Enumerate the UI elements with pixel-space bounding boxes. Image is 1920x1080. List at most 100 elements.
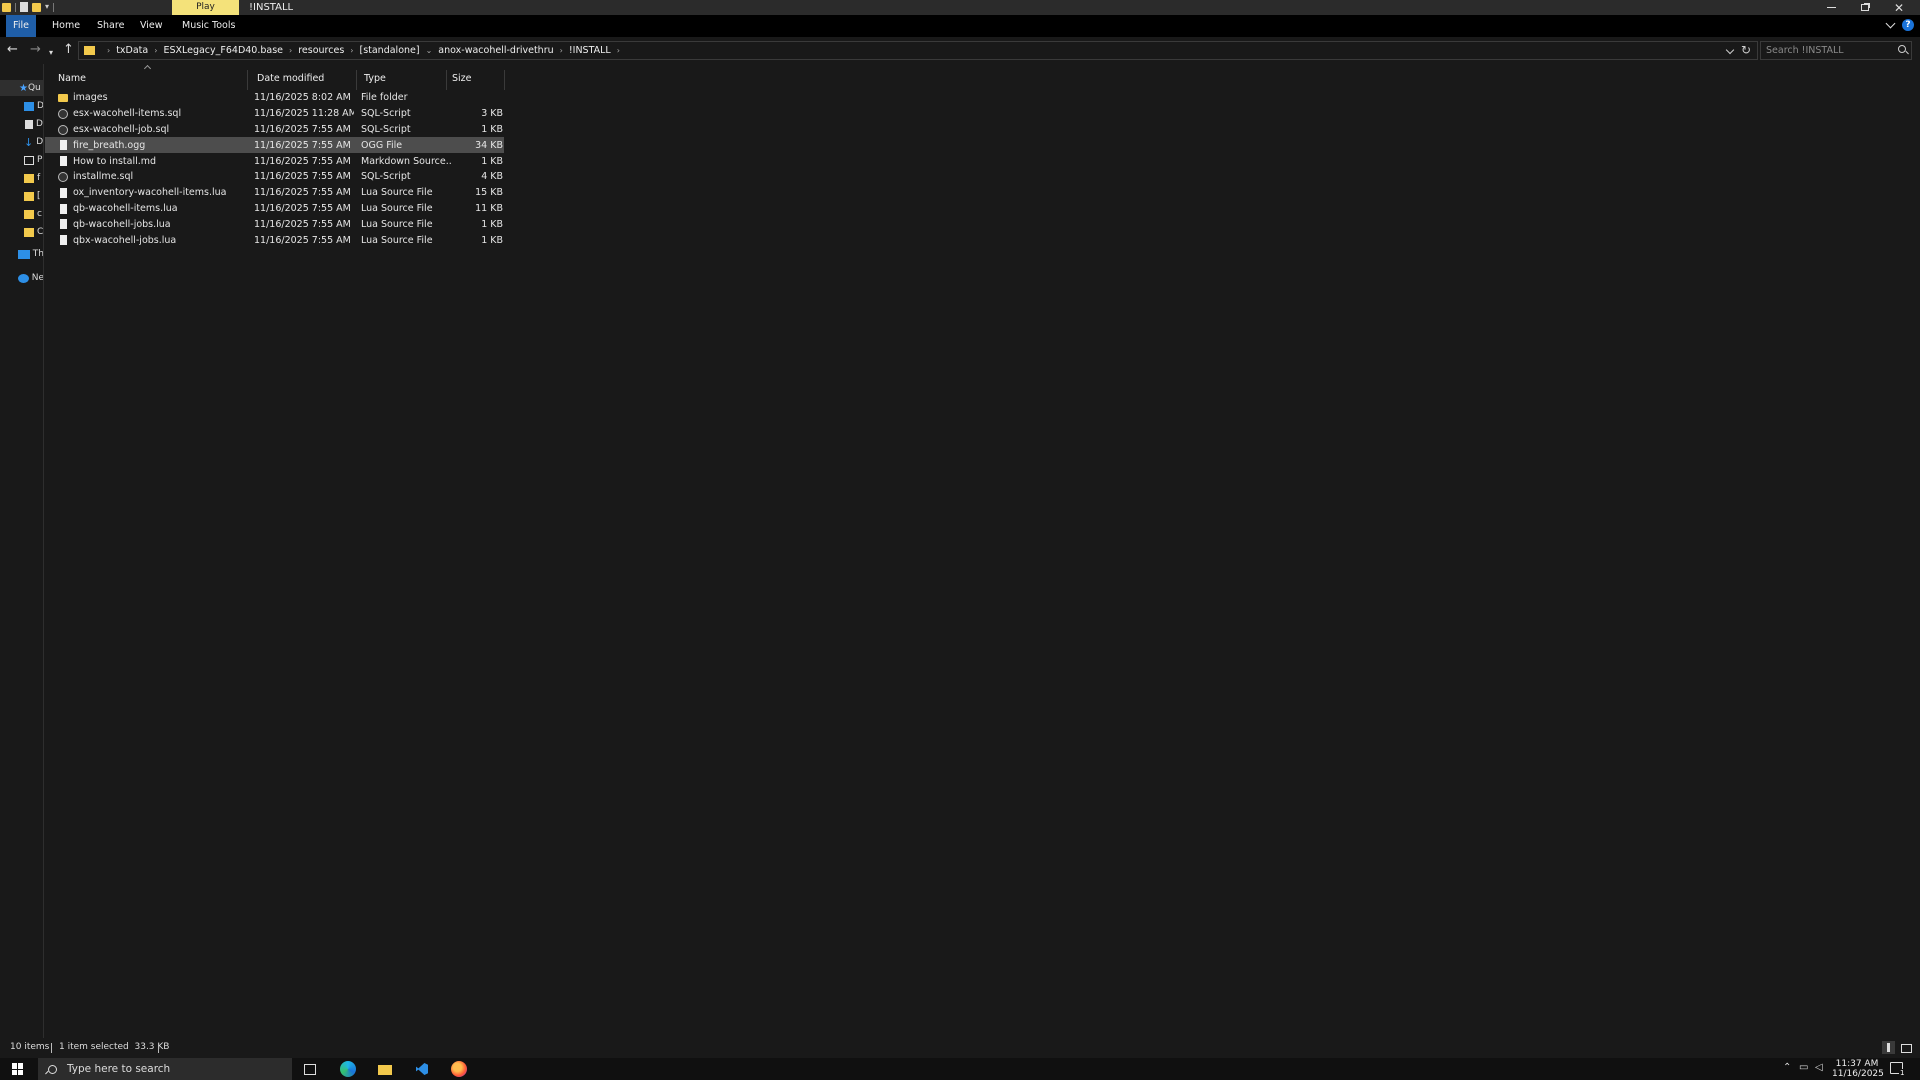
- minimize-button[interactable]: [1814, 0, 1848, 15]
- table-row[interactable]: images 11/16/2025 8:02 AM File folder: [45, 90, 504, 106]
- expand-ribbon-icon[interactable]: [1885, 18, 1896, 29]
- help-icon[interactable]: ?: [1902, 19, 1914, 31]
- table-row[interactable]: esx-wacohell-items.sql 11/16/2025 11:28 A…: [45, 106, 504, 122]
- folder-icon: [24, 227, 34, 237]
- volume-icon[interactable]: ◁: [1815, 1062, 1823, 1073]
- nav-documents[interactable]: D: [0, 116, 43, 132]
- file-date-modified: 11/16/2025 7:55 AM: [254, 123, 351, 135]
- properties-icon[interactable]: [20, 2, 28, 12]
- file-name[interactable]: How to install.md: [73, 156, 243, 167]
- breadcrumb-txdata[interactable]: txData: [116, 45, 148, 56]
- chevron-down-icon[interactable]: ⌄: [426, 46, 433, 55]
- nav-downloads[interactable]: ↓ D: [0, 134, 43, 150]
- nav-quick-access[interactable]: ★ Qu: [0, 80, 43, 96]
- column-header-size[interactable]: Size: [447, 70, 505, 90]
- nav-folder-1[interactable]: f: [0, 170, 43, 186]
- table-row[interactable]: installme.sql 11/16/2025 7:55 AM SQL-Scrip…: [45, 169, 504, 185]
- column-header-type[interactable]: Type: [357, 70, 447, 90]
- network-icon[interactable]: ▭: [1799, 1062, 1808, 1073]
- breadcrumb-esxlegacy[interactable]: ESXLegacy_F64D40.base: [163, 45, 283, 56]
- notification-badge: 1: [1899, 1069, 1906, 1077]
- details-view-button[interactable]: [1882, 1041, 1895, 1054]
- table-row[interactable]: fire_breath.ogg 11/16/2025 7:55 AM OGG Fil…: [45, 137, 504, 154]
- table-row[interactable]: qb-wacohell-items.lua 11/16/2025 7:55 AM L…: [45, 201, 504, 217]
- file-name[interactable]: ox_inventory-wacohell-items.lua: [73, 187, 243, 198]
- vscode-icon[interactable]: [414, 1061, 430, 1077]
- file-size: 15 KB: [475, 187, 503, 199]
- file-name[interactable]: images: [73, 92, 243, 103]
- close-button[interactable]: ✕: [1882, 0, 1916, 15]
- file-date-modified: 11/16/2025 7:55 AM: [254, 202, 351, 214]
- windows-start-icon[interactable]: [12, 1063, 24, 1075]
- navigation-bar: ← → ▾ ↑ › txData › ESXLegacy_F64D40.base…: [0, 37, 1920, 64]
- file-name[interactable]: esx-wacohell-items.sql: [73, 108, 243, 119]
- system-clock[interactable]: 11:37 AM 11/16/2025: [1832, 1059, 1884, 1079]
- up-arrow-icon[interactable]: ↑: [63, 43, 74, 57]
- breadcrumb-install[interactable]: !INSTALL: [569, 45, 611, 56]
- task-view-icon[interactable]: [304, 1064, 316, 1075]
- title-bar: ▾ Play !INSTALL ✕: [0, 0, 1920, 15]
- file-rows: images 11/16/2025 8:02 AM File folder esx-w…: [45, 90, 505, 248]
- file-name[interactable]: fire_breath.ogg: [73, 140, 243, 151]
- firefox-icon[interactable]: [451, 1061, 467, 1077]
- nav-desktop[interactable]: D: [0, 98, 43, 114]
- tab-share[interactable]: Share: [89, 15, 132, 37]
- table-row[interactable]: esx-wacohell-job.sql 11/16/2025 7:55 AM SQ…: [45, 122, 504, 138]
- tab-view[interactable]: View: [132, 15, 171, 37]
- nav-network[interactable]: Ne: [0, 270, 43, 286]
- edge-browser-icon[interactable]: [340, 1061, 356, 1077]
- file-name[interactable]: qb-wacohell-items.lua: [73, 203, 243, 214]
- breadcrumb-resources[interactable]: resources: [298, 45, 344, 56]
- breadcrumb-standalone[interactable]: [standalone]: [359, 45, 419, 56]
- nav-folder-4[interactable]: C: [0, 224, 43, 240]
- chevron-right-icon[interactable]: ›: [289, 46, 292, 55]
- nav-folder-3[interactable]: c: [0, 206, 43, 222]
- file-explorer-icon[interactable]: [377, 1061, 393, 1077]
- file-name[interactable]: installme.sql: [73, 171, 243, 182]
- chevron-right-icon[interactable]: ›: [154, 46, 157, 55]
- refresh-icon[interactable]: ↻: [1741, 43, 1751, 57]
- chevron-right-icon[interactable]: ›: [617, 46, 620, 55]
- file-date-modified: 11/16/2025 7:55 AM: [254, 139, 351, 151]
- forward-arrow-icon[interactable]: →: [30, 43, 41, 57]
- file-name[interactable]: qbx-wacohell-jobs.lua: [73, 235, 243, 246]
- back-arrow-icon[interactable]: ←: [7, 43, 18, 57]
- file-name[interactable]: esx-wacohell-job.sql: [73, 124, 243, 135]
- desktop-icon: [24, 101, 34, 111]
- search-icon[interactable]: [1898, 45, 1906, 53]
- file-date-modified: 11/16/2025 7:55 AM: [254, 155, 351, 167]
- file-icon: [60, 156, 67, 167]
- breadcrumb-anox-wacohell-drivethru[interactable]: anox-wacohell-drivethru: [438, 45, 553, 56]
- nav-pictures[interactable]: P: [0, 152, 43, 168]
- nav-this-pc[interactable]: Th: [0, 246, 43, 262]
- recent-locations-icon[interactable]: ▾: [49, 46, 53, 60]
- large-icons-view-button[interactable]: [1899, 1041, 1912, 1054]
- chevron-right-icon[interactable]: ›: [560, 46, 563, 55]
- customize-toolbar-icon[interactable]: ▾: [45, 2, 49, 12]
- table-row[interactable]: ox_inventory-wacohell-items.lua 11/16/202…: [45, 185, 504, 201]
- file-name[interactable]: qb-wacohell-jobs.lua: [73, 219, 243, 230]
- file-date-modified: 11/16/2025 11:28 AM: [254, 108, 354, 120]
- search-input[interactable]: [1761, 42, 1891, 59]
- table-row[interactable]: qb-wacohell-jobs.lua 11/16/2025 7:55 AM Lu…: [45, 216, 504, 232]
- tab-file[interactable]: File: [6, 15, 36, 37]
- chevron-right-icon[interactable]: ›: [107, 46, 110, 55]
- table-row[interactable]: How to install.md 11/16/2025 7:55 AM Markd…: [45, 153, 504, 169]
- play-context-tab[interactable]: Play: [172, 0, 239, 15]
- new-folder-icon[interactable]: [32, 2, 41, 12]
- taskbar-search[interactable]: Type here to search: [38, 1058, 292, 1080]
- column-header-date-modified[interactable]: Date modified: [248, 70, 357, 90]
- chevron-right-icon[interactable]: ›: [350, 46, 353, 55]
- address-bar[interactable]: › txData › ESXLegacy_F64D40.base › resou…: [78, 41, 1758, 60]
- tab-home[interactable]: Home: [44, 15, 88, 37]
- nav-folder-2[interactable]: [: [0, 188, 43, 204]
- restore-button[interactable]: [1848, 0, 1882, 15]
- search-icon: [48, 1064, 57, 1074]
- search-box: [1760, 41, 1912, 60]
- show-hidden-icons-icon[interactable]: ⌃: [1783, 1062, 1791, 1073]
- column-header-name[interactable]: Name: [45, 70, 248, 90]
- tab-music-tools[interactable]: Music Tools: [174, 15, 243, 37]
- table-row[interactable]: qbx-wacohell-jobs.lua 11/16/2025 7:55 AM L…: [45, 232, 504, 248]
- chevron-down-icon[interactable]: [1725, 45, 1735, 55]
- folder-icon: [24, 173, 34, 183]
